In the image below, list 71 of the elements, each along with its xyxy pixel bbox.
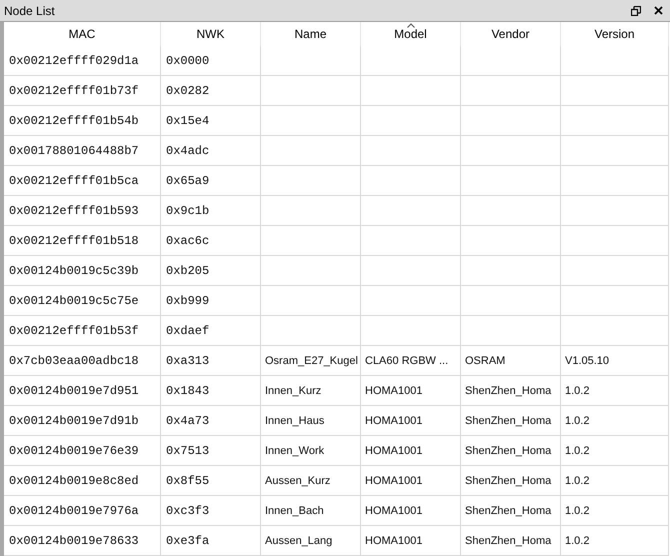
- table-cell: 0x00124b0019c5c39b: [4, 256, 161, 286]
- table-cell: ShenZhen_Homa: [461, 496, 561, 526]
- table-cell: 0x00124b0019e78633: [4, 526, 161, 556]
- table-cell: 0xe3fa: [161, 526, 261, 556]
- table-cell: 0x00212effff01b518: [4, 226, 161, 256]
- table-cell: 1.0.2: [561, 376, 669, 406]
- table-cell: 1.0.2: [561, 436, 669, 466]
- table-cell: 0xc3f3: [161, 496, 261, 526]
- table-cell: HOMA1001: [361, 436, 461, 466]
- table-cell: 0x00212effff01b53f: [4, 316, 161, 346]
- table-cell: HOMA1001: [361, 526, 461, 556]
- column-header[interactable]: NWK: [161, 22, 261, 46]
- table-cell: 1.0.2: [561, 406, 669, 436]
- table-cell: Osram_E27_Kugel: [261, 346, 361, 376]
- table-cell: 0xb999: [161, 286, 261, 316]
- window-title: Node List: [4, 4, 56, 18]
- column-header[interactable]: Vendor: [461, 22, 561, 46]
- table-cell: 0x0000: [161, 46, 261, 76]
- close-button[interactable]: [652, 4, 664, 16]
- table-cell: 0x00212effff029d1a: [4, 46, 161, 76]
- column-header[interactable]: Model: [361, 22, 461, 46]
- table-cell: 0x00124b0019c5c75e: [4, 286, 161, 316]
- table-cell: 0xac6c: [161, 226, 261, 256]
- table-cell: Innen_Haus: [261, 406, 361, 436]
- table-cell: OSRAM: [461, 346, 561, 376]
- table-cell: 0x00212effff01b73f: [4, 76, 161, 106]
- table-cell: 0x7513: [161, 436, 261, 466]
- table-cell: 0x00124b0019e76e39: [4, 436, 161, 466]
- table-cell: 0x9c1b: [161, 196, 261, 226]
- table-cell: V1.05.10: [561, 346, 669, 376]
- table-cell: Aussen_Kurz: [261, 466, 361, 496]
- table-cell: HOMA1001: [361, 376, 461, 406]
- table-cell: 0x15e4: [161, 106, 261, 136]
- table-cell: 0x00212effff01b593: [4, 196, 161, 226]
- table-cell: 0x00124b0019e7d951: [4, 376, 161, 406]
- table-cell: 0xb205: [161, 256, 261, 286]
- table-cell: HOMA1001: [361, 496, 461, 526]
- table-cell: 0xdaef: [161, 316, 261, 346]
- table-cell: 0x7cb03eaa00adbc18: [4, 346, 161, 376]
- table-cell: 1.0.2: [561, 466, 669, 496]
- table-cell: ShenZhen_Homa: [461, 436, 561, 466]
- table-cell: 0xa313: [161, 346, 261, 376]
- column-header[interactable]: MAC: [4, 22, 161, 46]
- table-cell: 0x00178801064488b7: [4, 136, 161, 166]
- table-cell: 0x0282: [161, 76, 261, 106]
- table-cell: HOMA1001: [361, 466, 461, 496]
- table-cell: 1.0.2: [561, 496, 669, 526]
- table-cell: 0x00124b0019e7976a: [4, 496, 161, 526]
- restore-button[interactable]: [630, 4, 642, 16]
- table-cell: HOMA1001: [361, 406, 461, 436]
- table-cell: 0x8f55: [161, 466, 261, 496]
- table-cell: 0x65a9: [161, 166, 261, 196]
- table-cell: ShenZhen_Homa: [461, 466, 561, 496]
- table-cell: 0x00212effff01b5ca: [4, 166, 161, 196]
- table-cell: CLA60 RGBW ...: [361, 346, 461, 376]
- column-header[interactable]: Version: [561, 22, 669, 46]
- table-cell: 0x4adc: [161, 136, 261, 166]
- table-cell: 0x00124b0019e8c8ed: [4, 466, 161, 496]
- table-cell: Innen_Work: [261, 436, 361, 466]
- table-cell: ShenZhen_Homa: [461, 526, 561, 556]
- table-cell: 0x4a73: [161, 406, 261, 436]
- table-cell: 0x00212effff01b54b: [4, 106, 161, 136]
- table-cell: 0x1843: [161, 376, 261, 406]
- table-cell: Innen_Bach: [261, 496, 361, 526]
- column-header[interactable]: Name: [261, 22, 361, 46]
- table-cell: 1.0.2: [561, 526, 669, 556]
- table-cell: Innen_Kurz: [261, 376, 361, 406]
- table-cell: Aussen_Lang: [261, 526, 361, 556]
- table-cell: ShenZhen_Homa: [461, 406, 561, 436]
- table-cell: 0x00124b0019e7d91b: [4, 406, 161, 436]
- table-cell: ShenZhen_Homa: [461, 376, 561, 406]
